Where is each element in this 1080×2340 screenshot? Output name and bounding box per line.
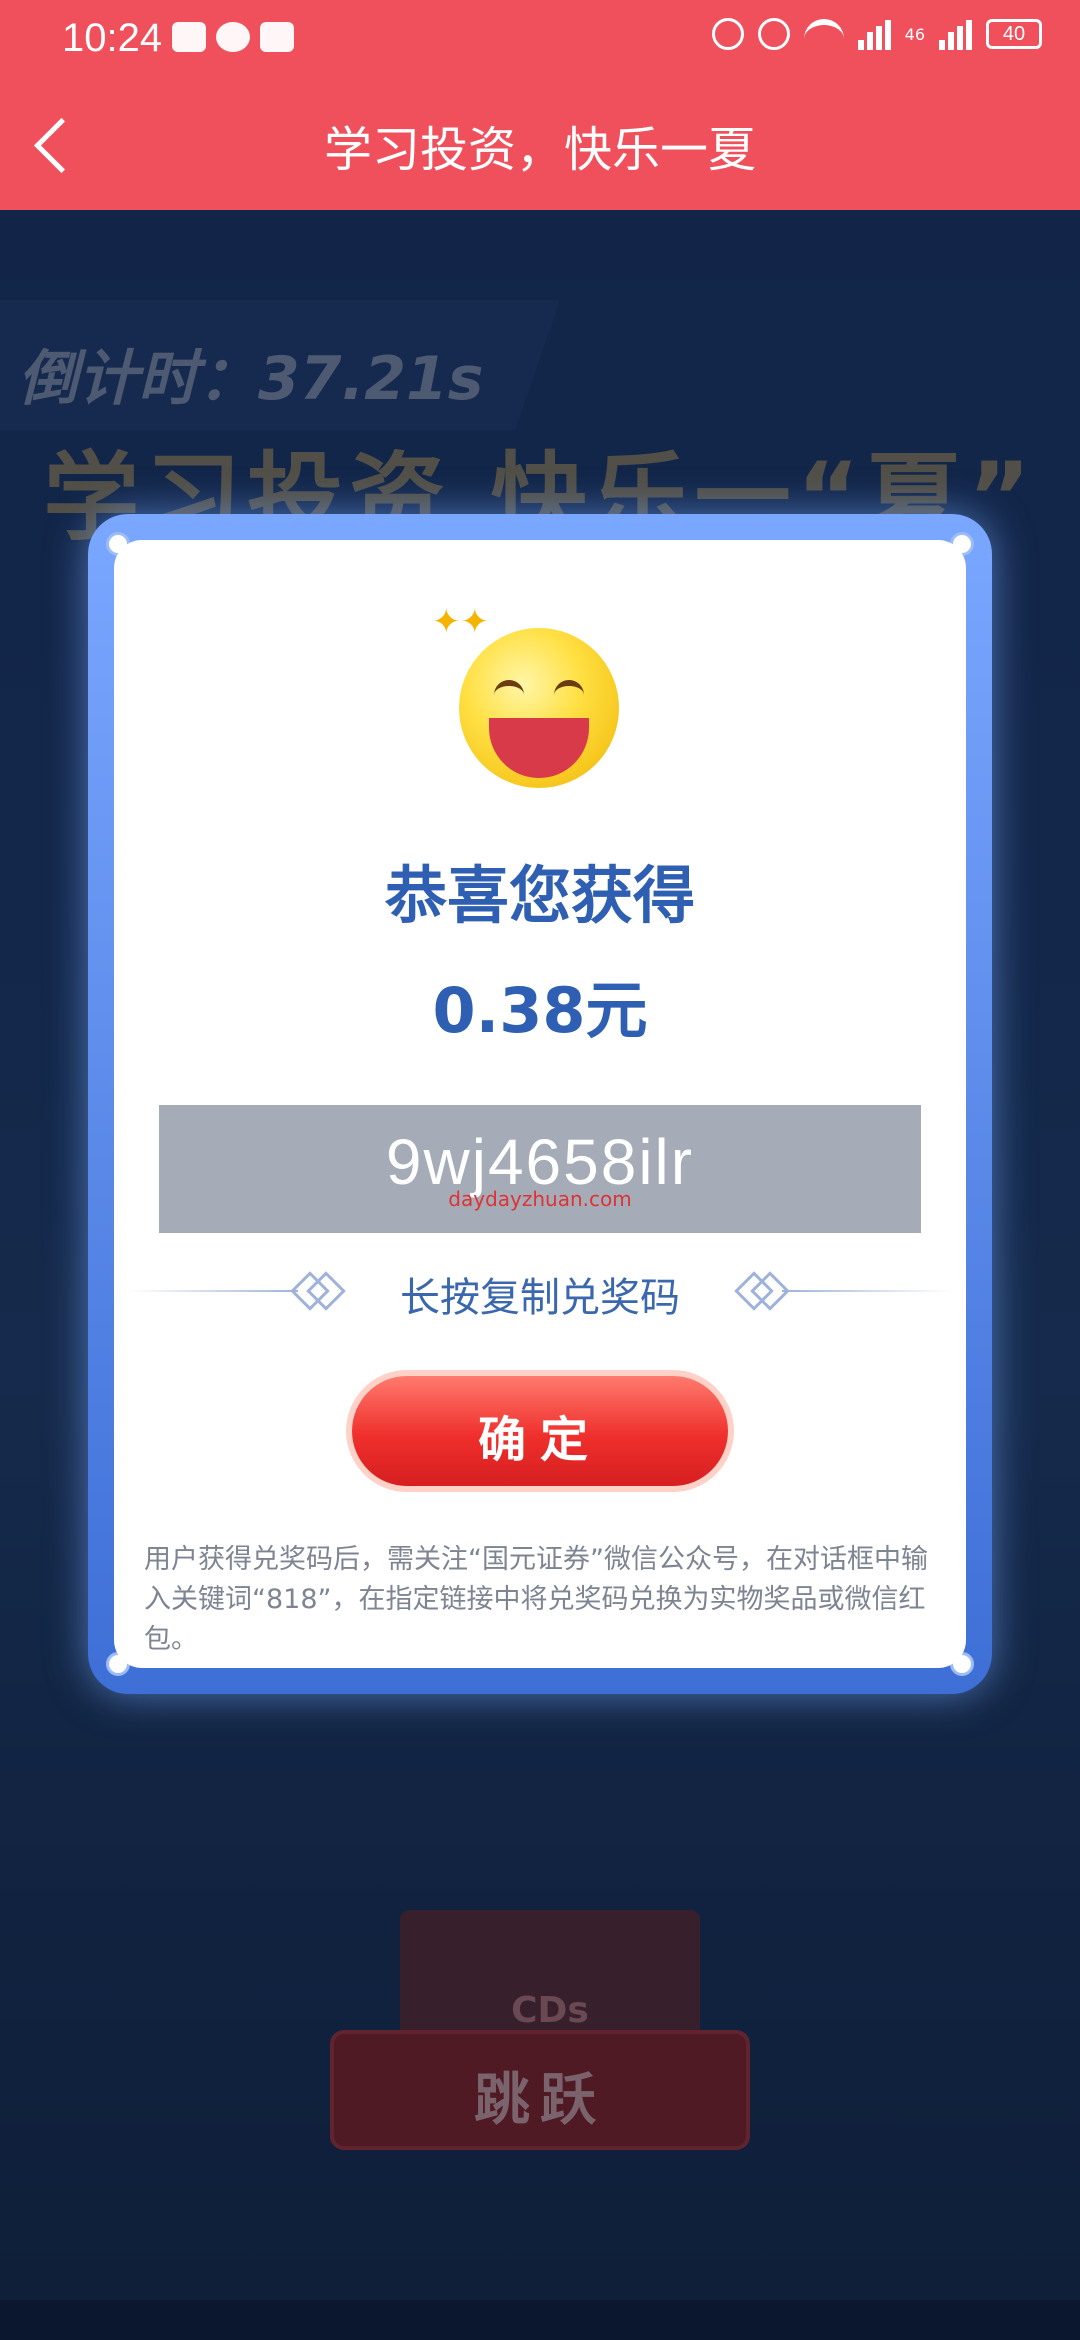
status-time: 10:24 xyxy=(62,16,163,60)
prize-amount: 0.38元 xyxy=(432,974,648,1047)
signal-icon xyxy=(857,18,891,50)
alarm-icon xyxy=(711,18,744,50)
wifi-icon xyxy=(803,19,844,49)
redeem-instructions: 用户获得兑奖码后，需关注“国元证券”微信公众号，在对话框中输入关键词“818”，… xyxy=(144,1544,928,1655)
congrats-heading: 恭喜您获得 xyxy=(384,859,695,932)
video-icon xyxy=(172,22,206,52)
status-right-icons: 46 40 xyxy=(711,18,1042,50)
network-type: 46 xyxy=(904,24,925,44)
decor-line xyxy=(782,1290,952,1292)
page-title: 学习投资，快乐一夏 xyxy=(323,122,756,178)
battery-icon: 40 xyxy=(986,19,1042,49)
prize-modal-frame: ✦✦ 恭喜您获得 0.38元 9wj4658ilr daydayzhuan.co… xyxy=(88,514,992,1694)
status-left-icons xyxy=(172,22,294,52)
copy-hint-row: 长按复制兑奖码 xyxy=(114,1260,966,1321)
app-header: 10:24 46 40 学习投资，快乐一夏 xyxy=(0,0,1080,210)
mute-icon xyxy=(757,18,790,50)
signal-icon-2 xyxy=(939,18,972,50)
redeem-code-box[interactable]: 9wj4658ilr daydayzhuan.com xyxy=(159,1105,921,1233)
wechat-icon xyxy=(216,22,250,52)
code-watermark: daydayzhuan.com xyxy=(448,1187,632,1211)
copy-hint: 长按复制兑奖码 xyxy=(400,1275,680,1321)
app-notification-icon xyxy=(260,22,294,52)
prize-modal: ✦✦ 恭喜您获得 0.38元 9wj4658ilr daydayzhuan.co… xyxy=(114,540,966,1668)
sparkle-icon: ✦✦ xyxy=(432,602,489,642)
confirm-button-label[interactable]: 确定 xyxy=(352,1400,728,1470)
